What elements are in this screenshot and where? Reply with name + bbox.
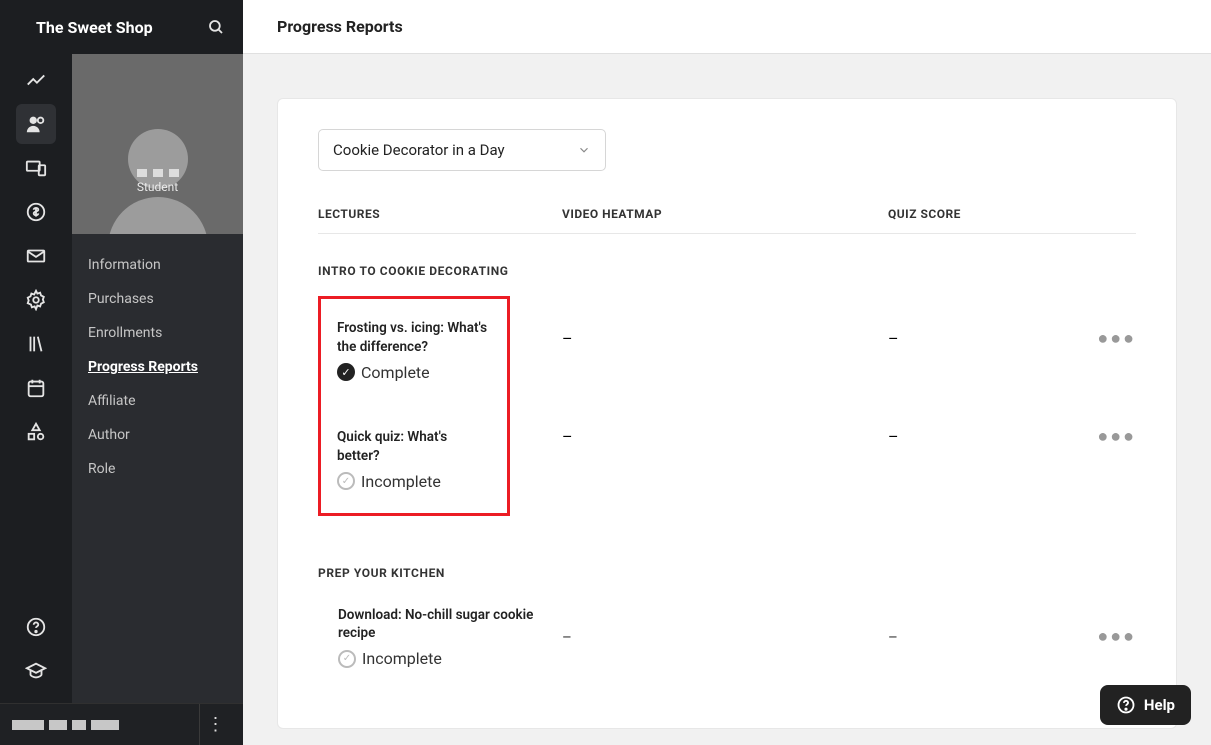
icon-rail (0, 0, 72, 745)
sidebar-item-role[interactable]: Role (88, 452, 227, 486)
check-complete-icon: ✓ (337, 363, 355, 381)
video-heatmap-value: – (562, 427, 573, 446)
row-menu-icon[interactable]: ●●● (1097, 426, 1136, 447)
shapes-icon[interactable] (16, 412, 56, 452)
section-title: INTRO TO COOKIE DECORATING (318, 264, 1136, 278)
quiz-score-value: – (888, 427, 899, 446)
page-header: Progress Reports (243, 0, 1211, 54)
dollar-icon[interactable] (16, 192, 56, 232)
library-icon[interactable] (16, 324, 56, 364)
gear-icon[interactable] (16, 280, 56, 320)
sidebar-item-affiliate[interactable]: Affiliate (88, 384, 227, 418)
dropdown-selected: Cookie Decorator in a Day (333, 141, 577, 159)
content-card: Cookie Decorator in a Day LECTURES VIDEO… (277, 98, 1177, 729)
video-heatmap-value: – (562, 628, 572, 646)
col-video-header: VIDEO HEATMAP (562, 207, 888, 221)
footer-blurred-text (12, 720, 189, 730)
check-incomplete-icon: ✓ (337, 472, 355, 490)
help-circle-icon[interactable] (16, 607, 56, 647)
col-lectures-header: LECTURES (318, 207, 562, 221)
graduation-icon[interactable] (16, 651, 56, 691)
lecture-status: Incomplete (361, 472, 441, 491)
calendar-icon[interactable] (16, 368, 56, 408)
brand-title: The Sweet Shop (36, 18, 207, 37)
lecture-status: Complete (361, 363, 430, 382)
lecture-item: Frosting vs. icing: What's the differenc… (337, 319, 491, 382)
lecture-item: Quick quiz: What's better? ✓ Incomplete (337, 428, 491, 491)
main-area: Progress Reports Cookie Decorator in a D… (243, 0, 1211, 745)
sidebar-item-enrollments[interactable]: Enrollments (88, 316, 227, 350)
sidebar-item-progress-reports[interactable]: Progress Reports (88, 350, 227, 384)
lecture-title: Frosting vs. icing: What's the differenc… (337, 319, 491, 357)
chevron-down-icon (577, 143, 591, 157)
footer-strip: ⋮ (0, 703, 243, 745)
sidebar-item-purchases[interactable]: Purchases (88, 282, 227, 316)
top-bar: The Sweet Shop (0, 0, 243, 54)
row-menu-icon[interactable]: ●●● (1097, 626, 1136, 647)
profile-block: Student (72, 54, 243, 234)
search-icon[interactable] (207, 18, 225, 36)
sidebar-item-information[interactable]: Information (88, 248, 227, 282)
devices-icon[interactable] (16, 148, 56, 188)
profile-role: Student (72, 180, 243, 194)
highlighted-lectures: Frosting vs. icing: What's the differenc… (318, 296, 510, 516)
sub-nav: Information Purchases Enrollments Progre… (72, 234, 243, 500)
footer-menu-icon[interactable]: ⋮ (199, 704, 231, 745)
profile-name-blurred (72, 162, 243, 181)
analytics-icon[interactable] (16, 60, 56, 100)
check-incomplete-icon: ✓ (338, 650, 356, 668)
table-header: LECTURES VIDEO HEATMAP QUIZ SCORE (318, 207, 1136, 234)
sub-sidebar: Student Information Purchases Enrollment… (72, 0, 243, 745)
lecture-status: Incomplete (362, 649, 442, 668)
quiz-score-value: – (888, 628, 898, 646)
section-title: PREP YOUR KITCHEN (318, 566, 1136, 580)
mail-icon[interactable] (16, 236, 56, 276)
help-button[interactable]: Help (1100, 685, 1191, 725)
course-dropdown[interactable]: Cookie Decorator in a Day (318, 129, 606, 171)
users-icon[interactable] (16, 104, 56, 144)
help-label: Help (1144, 696, 1175, 714)
sidebar-item-author[interactable]: Author (88, 418, 227, 452)
col-quiz-header: QUIZ SCORE (888, 207, 1018, 221)
lecture-title: Download: No-chill sugar cookie recipe (338, 606, 542, 644)
page-title: Progress Reports (277, 17, 403, 36)
lecture-title: Quick quiz: What's better? (337, 428, 491, 466)
lecture-row: Download: No-chill sugar cookie recipe ✓… (318, 606, 1136, 669)
